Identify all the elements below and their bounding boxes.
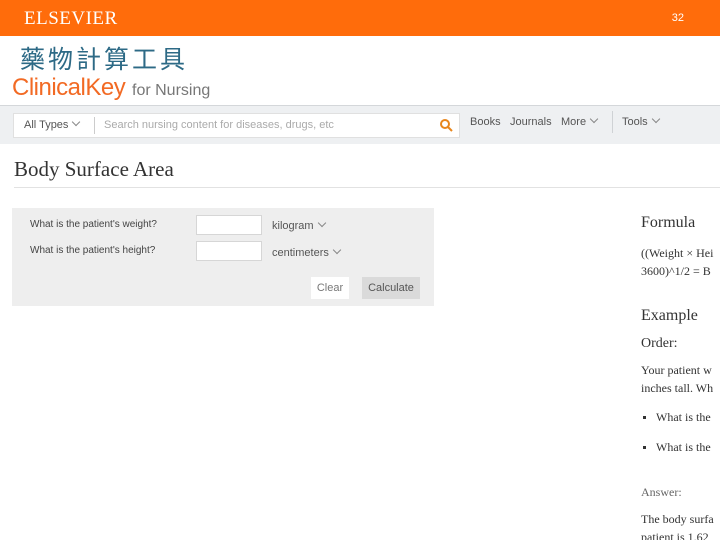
search-scope-label: All Types [24,119,69,131]
answer-text-line: The body surfa [641,512,714,526]
search-input[interactable]: Search nursing content for diseases, dru… [104,119,334,131]
height-unit-select[interactable]: centimeters [272,245,342,259]
nav-tools[interactable]: Tools [622,114,660,128]
chevron-down-icon [589,114,599,124]
formula-heading: Formula [641,214,696,231]
formula-sidebar: Formula ((Weight × Hei 3600)^1/2 = B Exa… [641,210,720,540]
nav-more[interactable]: More [561,114,599,128]
example-text-line: Your patient w [641,363,712,377]
weight-unit-select[interactable]: kilogram [272,218,326,232]
answer-label: Answer: [641,485,682,499]
question-bullet: What is the [656,410,711,424]
bullet-dot [643,416,646,419]
elsevier-header-bar: ELSEVIER 32 [0,0,720,36]
clear-button[interactable]: Clear [311,277,349,299]
clinicalkey-wordmark: ClinicalKey [12,74,126,101]
search-box: All Types Search nursing content for dis… [13,113,460,138]
for-nursing-label: for Nursing [132,82,211,99]
nav-tools-label: Tools [622,116,648,128]
nav-divider [612,111,613,133]
search-scope-dropdown[interactable]: All Types [24,117,81,131]
nav-journals[interactable]: Journals [510,116,552,128]
calculator-panel: What is the patient's weight? kilogram W… [12,208,434,306]
calculate-button[interactable]: Calculate [362,277,420,299]
height-input[interactable] [196,241,262,261]
height-question: What is the patient's height? [30,245,156,256]
nav-books[interactable]: Books [470,116,501,128]
formula-text-line: ((Weight × Hei [641,246,714,260]
bullet-dot [643,446,646,449]
chevron-down-icon [332,245,342,255]
weight-unit-label: kilogram [272,220,314,232]
heading-divider [14,187,720,188]
weight-question: What is the patient's weight? [30,219,157,230]
formula-text-line: 3600)^1/2 = B [641,264,711,278]
example-heading: Example [641,307,698,324]
chevron-down-icon [651,114,660,124]
nav-more-label: More [561,116,587,128]
slide-title: 藥物計算工具 [20,45,189,74]
elsevier-logo: ELSEVIER [24,8,118,29]
question-bullet: What is the [656,440,711,454]
chevron-down-icon [317,218,326,228]
order-label: Order: [641,336,678,351]
answer-text-line: patient is 1.62 [641,530,709,540]
height-unit-label: centimeters [272,247,329,259]
slide-page-number: 32 [671,12,684,24]
search-icon[interactable] [439,118,453,132]
search-divider [94,117,95,134]
chevron-down-icon [72,117,81,127]
weight-input[interactable] [196,215,262,235]
page-title: Body Surface Area [14,157,174,181]
clinicalkey-logo[interactable]: ClinicalKey for Nursing [12,74,210,104]
example-text-line: inches tall. Wh [641,381,714,395]
